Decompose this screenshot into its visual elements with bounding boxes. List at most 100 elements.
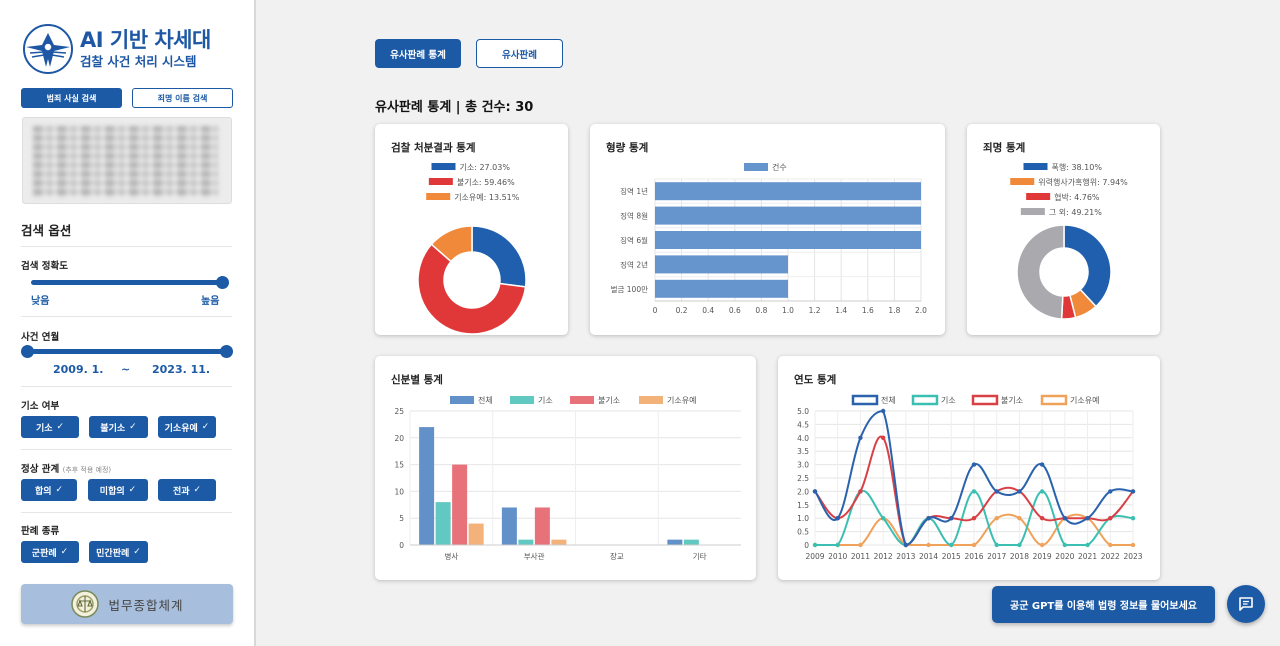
- chip-label: 민간판례: [96, 548, 130, 559]
- y-tick-label: 2.5: [797, 474, 809, 483]
- status-chart: 전체 기소 불기소 기소유예 0 5 10 15 20 25 병사 부사관 장교 기타: [394, 395, 741, 561]
- x-tick-label: 2009: [805, 552, 824, 561]
- divider: [21, 449, 232, 450]
- data-point: [1039, 516, 1045, 521]
- filter-chip-indicted[interactable]: 기소 ✓: [21, 416, 79, 438]
- legend-label: 위력행사가혹행위: 7.94%: [1038, 177, 1128, 187]
- legend-swatch: [639, 396, 663, 404]
- bar: [655, 255, 788, 274]
- blurred-search-content: [33, 126, 218, 198]
- chip-label: 미합의: [99, 486, 125, 497]
- x-tick-label: 2021: [1078, 552, 1097, 561]
- legend-label: 협박: 4.76%: [1054, 192, 1100, 202]
- data-point: [1108, 489, 1113, 494]
- x-tick-label: 2011: [851, 552, 870, 561]
- filter-chip-prior-record[interactable]: 전과 ✓: [158, 479, 216, 501]
- legend-swatch: [744, 163, 768, 171]
- accuracy-slider-track[interactable]: [31, 280, 223, 285]
- crime-name-search-tab[interactable]: 죄명 이름 검색: [132, 88, 233, 108]
- app-logo[interactable]: AI 기반 차세대 검찰 사건 처리 시스템: [22, 22, 232, 76]
- chip-label: 기소유예: [164, 423, 198, 434]
- law-system-label: 법무종합체계: [108, 597, 184, 613]
- data-point: [926, 542, 931, 548]
- disposition-chart: 기소: 27.03% 불기소: 59.46% 기소유예: 13.51%: [417, 163, 527, 335]
- crime-chart-card: 죄명 통계 폭행: 38.10% 위력행사가혹행위: 7.94% 협박: 4.76%…: [967, 124, 1160, 335]
- bar: [655, 182, 921, 201]
- filter-chip-suspended[interactable]: 기소유예 ✓: [158, 416, 216, 438]
- y-tick-label: 3.0: [797, 461, 809, 470]
- legend-label: 기소: [538, 396, 553, 405]
- data-point: [1039, 542, 1045, 548]
- legend-label: 폭행: 38.10%: [1052, 162, 1103, 172]
- x-tick-label: 0.2: [676, 306, 688, 315]
- legend-swatch: [426, 193, 451, 200]
- data-point: [994, 489, 999, 494]
- x-tick-label: 1.6: [862, 306, 874, 315]
- relation-label-text: 정상 관계: [21, 464, 60, 475]
- check-icon: ✓: [133, 547, 141, 557]
- accuracy-slider-handle[interactable]: [216, 276, 229, 289]
- search-options-title: 검색 옵션: [21, 223, 72, 238]
- x-tick-label: 2015: [942, 552, 961, 561]
- y-tick-label: 10: [394, 487, 404, 496]
- filter-chip-not-indicted[interactable]: 불기소 ✓: [89, 416, 148, 438]
- y-tick-label: 징역 6월: [620, 235, 648, 245]
- chat-button[interactable]: [1227, 585, 1265, 623]
- x-tick-label: 병사: [444, 552, 458, 561]
- ask-gpt-button[interactable]: 공군 GPT를 이용해 법령 정보를 물어보세요: [992, 586, 1215, 623]
- divider: [21, 316, 232, 317]
- data-point: [1085, 516, 1090, 521]
- filter-chip-settled[interactable]: 합의 ✓: [21, 479, 77, 501]
- divider: [21, 246, 232, 247]
- check-icon: ✓: [55, 485, 64, 495]
- legend-swatch: [1026, 193, 1051, 200]
- accuracy-label: 검색 정확도: [21, 261, 69, 272]
- x-tick-label: 장교: [610, 551, 624, 561]
- tab-similar-case-stats[interactable]: 유사판례 통계: [375, 39, 461, 68]
- period-to-value: 2023. 11.: [152, 363, 211, 376]
- period-label: 사건 연월: [21, 332, 60, 343]
- x-tick-label: 2.0: [915, 306, 927, 315]
- period-end-handle[interactable]: [220, 345, 233, 358]
- accuracy-low-label: 낮음: [31, 296, 50, 307]
- data-point: [1017, 542, 1022, 548]
- bar: [452, 464, 468, 545]
- ministry-emblem-icon: [71, 590, 100, 618]
- bar: [518, 539, 534, 545]
- x-tick-label: 1.4: [835, 306, 847, 315]
- accuracy-high-label: 높음: [201, 296, 220, 307]
- yearly-chart-card: 연도 통계 전체 기소 불기소 기소유예 0 0.5 1.0 1.5 2.0 2.5 3.0 3.5 4…: [778, 356, 1160, 580]
- data-point: [858, 489, 863, 494]
- law-system-button[interactable]: 법무종합체계: [21, 584, 233, 624]
- legend-swatch: [971, 394, 999, 406]
- crime-fact-search-tab[interactable]: 범죄 사실 검색: [21, 88, 122, 108]
- data-point: [971, 516, 977, 521]
- x-tick-label: 2016: [964, 552, 983, 561]
- data-point: [1108, 516, 1113, 521]
- x-tick-label: 2012: [874, 552, 893, 561]
- x-tick-label: 1.2: [809, 306, 821, 315]
- legend-swatch: [570, 396, 594, 404]
- yearly-chart: 전체 기소 불기소 기소유예 0 0.5 1.0 1.5 2.0 2.5 3.0 3.5 4.0 4.5 5…: [797, 394, 1143, 561]
- period-start-handle[interactable]: [21, 345, 34, 358]
- search-text-area[interactable]: [22, 117, 232, 204]
- data-point: [880, 435, 886, 440]
- data-point: [835, 542, 840, 548]
- y-tick-label: 징역 8월: [620, 211, 648, 221]
- legend-swatch: [428, 178, 453, 185]
- data-point: [835, 516, 840, 521]
- filter-chip-unsettled[interactable]: 미합의 ✓: [88, 479, 148, 501]
- data-point: [1085, 542, 1090, 548]
- tab-similar-cases[interactable]: 유사판례: [476, 39, 563, 68]
- divider: [21, 512, 232, 513]
- period-slider-track[interactable]: [27, 349, 226, 354]
- data-point: [1039, 489, 1045, 494]
- x-tick-label: 2019: [1033, 552, 1052, 561]
- filter-chip-civil-case[interactable]: 민간판례 ✓: [89, 541, 148, 563]
- y-tick-label: 징역 2년: [620, 259, 648, 269]
- chip-label: 합의: [34, 486, 52, 497]
- y-tick-label: 20: [394, 434, 404, 443]
- data-point: [994, 516, 999, 521]
- filter-chip-military-case[interactable]: 군판례 ✓: [21, 541, 79, 563]
- chat-bubble-icon: [1239, 597, 1253, 611]
